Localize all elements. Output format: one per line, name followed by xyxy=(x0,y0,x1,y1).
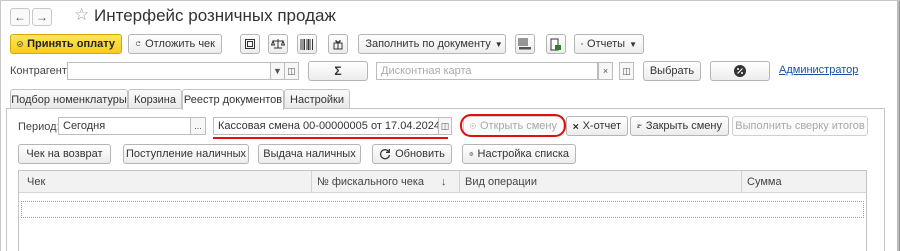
terminal-icon xyxy=(550,38,561,50)
tab-settings[interactable]: Настройки xyxy=(284,89,350,109)
close-shift-button[interactable]: Закрыть смену xyxy=(630,116,729,136)
open-link-icon: ◫ xyxy=(622,65,631,76)
select-button[interactable]: Выбрать xyxy=(643,61,701,81)
page-title: Интерфейс розничных продаж xyxy=(94,6,336,25)
cash-out-button[interactable]: Выдача наличных xyxy=(258,144,361,164)
dropdown-arrow-icon: ▼ xyxy=(494,39,503,49)
percent-button[interactable] xyxy=(710,61,770,81)
back-button[interactable]: ← xyxy=(10,8,30,26)
period-label: Период: xyxy=(18,121,60,133)
barcode-print-icon xyxy=(518,38,531,50)
tab-nomenclature[interactable]: Подбор номенклатуры xyxy=(10,89,128,109)
arrow-left-icon: ← xyxy=(14,10,26,24)
open-link-icon: ◫ xyxy=(440,120,450,131)
x-report-icon xyxy=(573,123,579,129)
postpone-check-button[interactable]: Отложить чек xyxy=(128,34,222,54)
favorite-star-icon[interactable]: ☆ xyxy=(74,5,89,25)
gear-icon xyxy=(469,151,474,157)
discount-percent-icon xyxy=(734,65,746,77)
refresh-button[interactable]: Обновить xyxy=(372,144,452,164)
arrow-right-icon: → xyxy=(36,10,48,24)
sum-button[interactable]: Σ xyxy=(308,61,368,81)
table-header: Чек № фискального чека ↓ Вид операции Су… xyxy=(19,171,866,193)
reports-button[interactable]: Отчеты ▼ xyxy=(574,34,644,54)
gift-button[interactable] xyxy=(328,34,348,54)
sigma-icon: Σ xyxy=(334,64,342,78)
counterparty-label: Контрагент: xyxy=(10,65,70,77)
forward-button[interactable]: → xyxy=(32,8,52,26)
discount-card-open[interactable]: ◫ xyxy=(619,62,634,80)
documents-table: Чек № фискального чека ↓ Вид операции Су… xyxy=(18,170,867,251)
scales-button[interactable] xyxy=(268,34,288,54)
reports-icon xyxy=(581,43,583,45)
tab-cart[interactable]: Корзина xyxy=(128,89,182,109)
cash-in-button[interactable]: Поступление наличных xyxy=(123,144,249,164)
dropdown-arrow-icon: ▼ xyxy=(629,39,637,49)
discount-card-input[interactable]: Дисконтная карта xyxy=(376,62,598,80)
copy-window-button[interactable] xyxy=(240,34,260,54)
accept-payment-button[interactable]: Принять оплату xyxy=(10,34,122,54)
cash-shift-open[interactable]: ◫ xyxy=(438,117,452,135)
barcode-button[interactable] xyxy=(297,34,317,54)
fill-by-document-button[interactable]: Заполнить по документу ▼ xyxy=(358,34,506,54)
gift-icon xyxy=(333,40,343,50)
barcode-icon xyxy=(300,38,313,50)
chevron-down-icon: ▼ xyxy=(273,66,282,76)
close-shift-icon xyxy=(637,124,642,128)
counterparty-open[interactable]: ◫ xyxy=(284,62,299,80)
period-select-button[interactable]: ... xyxy=(190,117,206,135)
highlight-underline xyxy=(213,137,448,139)
open-link-icon: ◫ xyxy=(287,65,296,76)
close-icon: × xyxy=(602,66,609,76)
list-settings-button[interactable]: Настройка списка xyxy=(462,144,576,164)
return-check-button[interactable]: Чек на возврат xyxy=(18,144,111,164)
column-header-amount[interactable]: Сумма xyxy=(747,176,782,188)
column-header-fiscal-number[interactable]: № фискального чека xyxy=(317,176,424,188)
scales-icon xyxy=(271,39,285,49)
table-row-empty-selected[interactable] xyxy=(21,201,864,218)
check-circle-icon xyxy=(17,41,23,47)
admin-link[interactable]: Администратор xyxy=(779,64,858,76)
window-icon xyxy=(245,39,255,49)
column-divider xyxy=(741,171,742,193)
x-report-button[interactable]: X-отчет xyxy=(566,116,628,136)
column-divider xyxy=(459,171,460,193)
sort-descending-icon: ↓ xyxy=(441,176,447,188)
terminal-button[interactable] xyxy=(546,34,566,54)
column-divider xyxy=(311,171,312,193)
discount-card-clear[interactable]: × xyxy=(598,62,613,80)
counterparty-dropdown[interactable]: ▼ xyxy=(270,62,285,80)
column-header-check[interactable]: Чек xyxy=(27,176,45,188)
reconcile-totals-button[interactable]: Выполнить сверку итогов xyxy=(732,116,868,136)
print-button[interactable] xyxy=(515,34,535,54)
period-input[interactable]: Сегодня xyxy=(58,117,191,135)
cash-shift-input[interactable]: Кассовая смена 00-00000005 от 17.04.2024… xyxy=(213,117,439,135)
column-header-operation-type[interactable]: Вид операции xyxy=(465,176,537,188)
postpone-icon xyxy=(135,41,141,47)
refresh-icon xyxy=(380,149,391,160)
counterparty-input[interactable] xyxy=(67,62,272,80)
tab-documents-registry[interactable]: Реестр документов xyxy=(182,89,284,110)
highlight-oval xyxy=(460,114,566,137)
